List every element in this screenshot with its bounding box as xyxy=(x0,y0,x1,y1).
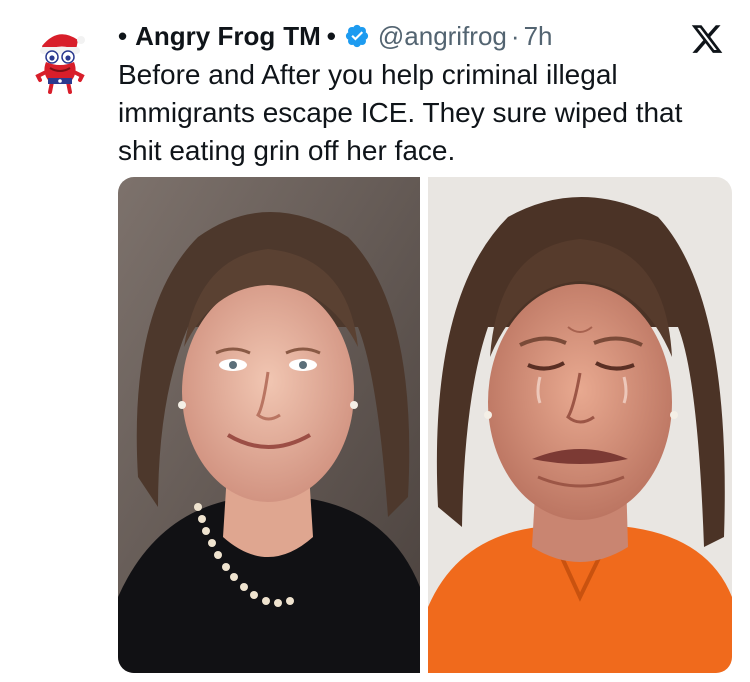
bullet-separator: • xyxy=(118,21,128,51)
tweet-timestamp[interactable]: 7h xyxy=(524,14,553,58)
avatar[interactable] xyxy=(18,20,102,104)
middot-separator: · xyxy=(510,21,520,51)
smiling-woman-photo[interactable] xyxy=(118,177,420,673)
tweet-header: • Angry Frog TM • @angrifrog · 7h xyxy=(118,14,552,58)
tweet-media[interactable] xyxy=(118,177,732,673)
x-logo-icon[interactable] xyxy=(690,22,724,56)
verified-badge-icon[interactable] xyxy=(344,23,370,49)
red-frog-santa-hat-icon xyxy=(35,34,85,94)
tweet-text: Before and After you help criminal illeg… xyxy=(118,56,718,170)
tweet-text-line: Before and After you help criminal illeg… xyxy=(118,59,618,90)
trademark-mark: TM xyxy=(283,21,321,51)
tweet-text-line: immigrants escape ICE. They sure wiped t… xyxy=(118,97,683,128)
author-handle[interactable]: @angrifrog xyxy=(378,14,507,58)
crying-woman-mugshot-photo[interactable] xyxy=(428,177,732,673)
bullet-separator: • xyxy=(326,21,336,51)
author-name[interactable]: Angry Frog xyxy=(135,14,275,58)
tweet-text-line: shit eating grin off her face. xyxy=(118,135,456,166)
tweet-card: • Angry Frog TM • @angrifrog · 7h Before… xyxy=(0,0,750,682)
